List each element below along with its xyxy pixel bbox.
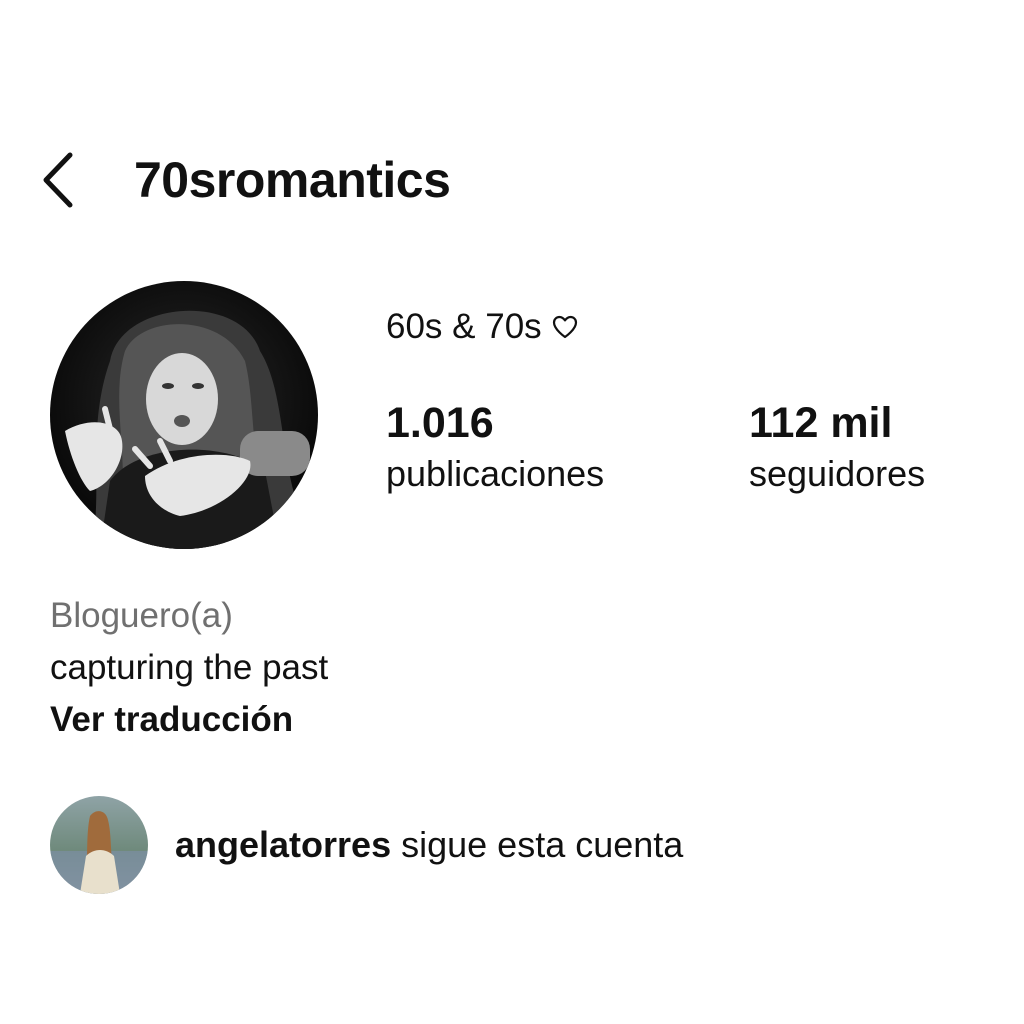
profile-bio: Bloguero(a) capturing the past Ver tradu… (50, 590, 328, 746)
followers-count: 112 mil (749, 399, 893, 447)
display-name: 60s & 70s (386, 307, 578, 347)
heart-outline-icon (552, 315, 578, 339)
followers-stat[interactable]: 112 mil seguidores (749, 396, 925, 498)
follower-username[interactable]: angelatorres (175, 824, 391, 865)
followed-by-row[interactable]: angelatorres sigue esta cuenta (50, 796, 683, 894)
posts-stat[interactable]: 1.016 publicaciones (386, 396, 604, 498)
followed-by-text: angelatorres sigue esta cuenta (175, 824, 683, 866)
bio-text: capturing the past (50, 648, 329, 687)
back-button[interactable] (38, 145, 78, 215)
chevron-left-icon (43, 152, 73, 208)
see-translation-link[interactable]: Ver traducción (50, 694, 328, 746)
follows-account-text: sigue esta cuenta (401, 824, 684, 865)
posts-label: publicaciones (386, 453, 605, 494)
profile-page: 70sromantics 60s & 70s 1.016 publicacion… (0, 0, 1024, 1024)
page-title: 70sromantics (134, 152, 451, 208)
display-name-text: 60s & 70s (386, 307, 542, 346)
followers-label: seguidores (749, 453, 926, 494)
profile-avatar[interactable] (50, 281, 318, 549)
profile-header: 70sromantics (38, 145, 451, 215)
profile-photo (50, 281, 318, 549)
profile-category: Bloguero(a) (50, 596, 233, 635)
follower-avatar[interactable] (50, 796, 148, 894)
posts-count: 1.016 (386, 399, 494, 447)
